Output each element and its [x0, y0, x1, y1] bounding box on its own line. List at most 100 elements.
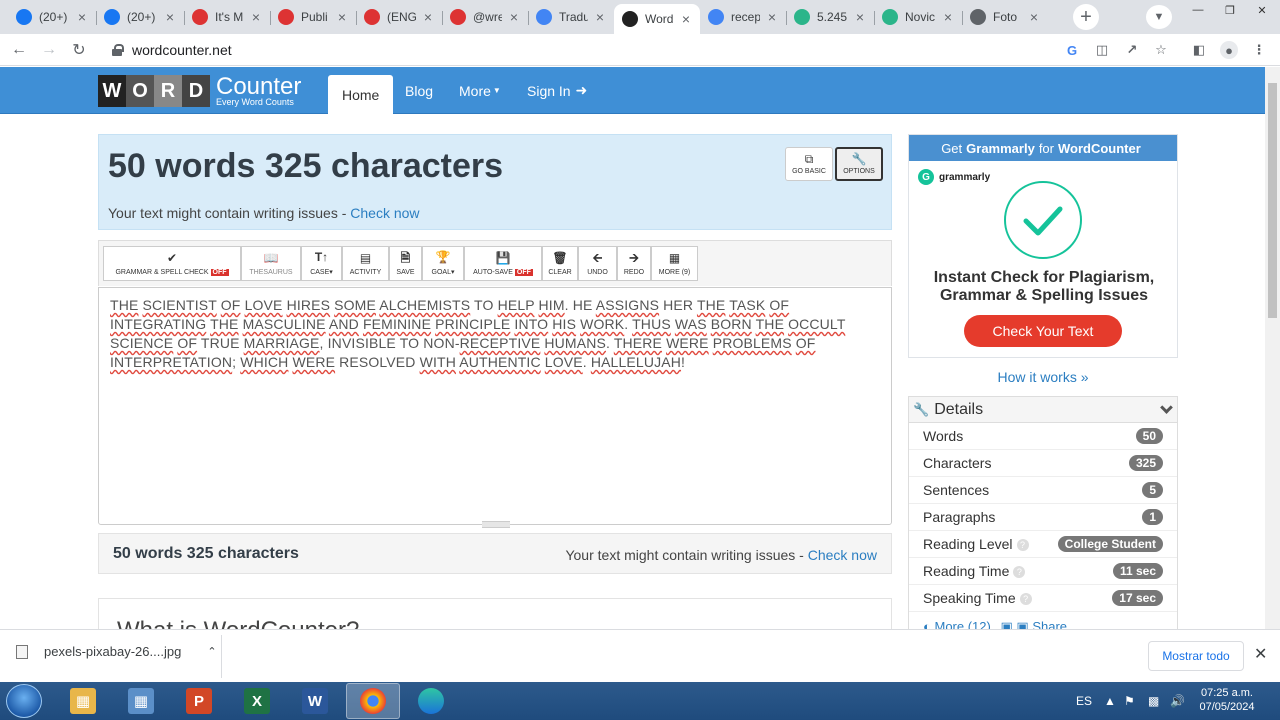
close-tab-icon[interactable]: × [852, 9, 868, 25]
share-icon[interactable]: ↗ [1123, 41, 1141, 59]
flagged-word: OF [177, 335, 198, 351]
nav-signin[interactable]: Sign In ➜ [527, 67, 587, 114]
nav-home[interactable]: Home [328, 75, 394, 114]
check-now-link[interactable]: Check now [350, 205, 419, 221]
minimize-button[interactable]: — [1182, 0, 1214, 20]
close-tab-icon[interactable]: × [248, 9, 264, 25]
download-item[interactable]: pexels-pixabay-26....jpg ⌃ [16, 644, 217, 659]
footer-check-now-link[interactable]: Check now [808, 547, 877, 563]
start-button[interactable] [6, 684, 42, 718]
browser-tab[interactable]: Word × [614, 4, 700, 34]
taskbar-chrome[interactable] [346, 683, 400, 719]
help-icon[interactable]: ? [1019, 593, 1032, 605]
browser-menu-icon[interactable]: ⋮ [1250, 41, 1268, 59]
goal-button[interactable]: 🏆 GOAL▾ [422, 246, 464, 281]
browser-tab[interactable]: It's M × [184, 4, 270, 30]
browser-tab[interactable]: (20+) × [8, 4, 96, 30]
taskbar-powerpoint[interactable]: P [172, 683, 226, 719]
help-icon[interactable]: ? [1013, 566, 1026, 578]
case-button[interactable]: T↑ CASE▾ [301, 246, 342, 281]
volume-icon[interactable]: 🔊 [1170, 682, 1185, 720]
close-tab-icon[interactable]: × [74, 9, 90, 25]
help-icon[interactable]: ? [1016, 539, 1029, 551]
address-bar[interactable]: wordcounter.net [100, 36, 1180, 64]
browser-tab[interactable]: 5.245 × [786, 4, 874, 30]
show-all-downloads-button[interactable]: Mostrar todo [1148, 641, 1244, 671]
editor-word: TO [399, 335, 420, 351]
flagged-word: OF [795, 335, 816, 351]
close-tab-icon[interactable]: × [506, 9, 522, 25]
bookmark-star-icon[interactable]: ☆ [1152, 41, 1170, 59]
browser-tab[interactable]: (ENG × [356, 4, 442, 30]
logo-letter: D [182, 75, 210, 107]
tab-search-button[interactable]: ▼ [1146, 5, 1172, 29]
resize-handle[interactable] [482, 521, 510, 528]
nav-more[interactable]: More ▼ [459, 67, 501, 114]
browser-tab[interactable]: Tradu × [528, 4, 614, 30]
google-icon[interactable]: G [1063, 41, 1081, 59]
chevron-down-icon[interactable] [1160, 401, 1173, 414]
autosave-button[interactable]: 💾 AUTO-SAVE OFF [464, 246, 542, 281]
side-panel-icon[interactable]: ◧ [1190, 41, 1208, 59]
reload-button[interactable]: ↻ [68, 39, 90, 61]
close-window-button[interactable]: ✕ [1246, 0, 1278, 20]
close-download-bar-icon[interactable]: ✕ [1254, 644, 1267, 664]
chevron-up-icon[interactable]: ⌃ [207, 645, 216, 658]
browser-tab[interactable]: Publi × [270, 4, 356, 30]
close-tab-icon[interactable]: × [334, 9, 350, 25]
browser-tab[interactable]: Foto × [962, 4, 1048, 30]
profile-avatar-icon[interactable]: ● [1220, 41, 1238, 59]
new-tab-button[interactable]: + [1073, 4, 1099, 30]
browser-tab[interactable]: recep × [700, 4, 786, 30]
undo-button[interactable]: 🡨 UNDO [578, 246, 617, 281]
forward-button[interactable]: → [38, 39, 60, 61]
go-basic-button[interactable]: ⧉ GO BASIC [785, 147, 833, 181]
text-editor[interactable]: THE SCIENTIST OF LOVE HIRES SOME ALCHEMI… [98, 287, 892, 528]
site-navbar: W O R D Counter Every Word Counts Home B… [0, 67, 1265, 114]
options-button[interactable]: 🔧 OPTIONS [835, 147, 883, 181]
close-tab-icon[interactable]: × [420, 9, 436, 25]
logo-letter: R [154, 75, 182, 107]
browser-tab[interactable]: @wre × [442, 4, 528, 30]
language-indicator[interactable]: ES [1076, 682, 1092, 720]
browser-tab[interactable]: Novic × [874, 4, 962, 30]
wordcounter-logo[interactable]: W O R D Counter Every Word Counts [98, 75, 301, 107]
thesaurus-button[interactable]: 📖 THESAURUS [241, 246, 301, 281]
taskbar-edge[interactable] [404, 683, 458, 719]
network-icon[interactable]: ▩ [1148, 682, 1159, 720]
system-clock[interactable]: 07:25 a.m. 07/05/2024 [1196, 686, 1258, 714]
arrow-logo-icon [278, 9, 294, 25]
activity-button[interactable]: ▤ ACTIVITY [342, 246, 389, 281]
checkmark-circle-icon [1004, 181, 1082, 259]
translate-icon[interactable]: ◫ [1093, 41, 1111, 59]
back-button[interactable]: ← [8, 39, 30, 61]
taskbar-word[interactable]: W [288, 683, 342, 719]
scrollbar-thumb[interactable] [1268, 83, 1277, 318]
browser-tab[interactable]: (20+) × [96, 4, 184, 30]
redo-button[interactable]: 🡪 REDO [617, 246, 651, 281]
clear-button[interactable]: 🗑 CLEAR [542, 246, 578, 281]
close-tab-icon[interactable]: × [678, 11, 694, 27]
close-tab-icon[interactable]: × [940, 9, 956, 25]
flag-icon[interactable]: ⚑ [1124, 682, 1135, 720]
taskbar-control-panel[interactable]: ▦ [114, 683, 168, 719]
close-tab-icon[interactable]: × [162, 9, 178, 25]
save-button[interactable]: 🗎 SAVE [389, 246, 422, 281]
details-header[interactable]: 🔧 Details [909, 397, 1177, 423]
how-it-works-link[interactable]: How it works » [908, 369, 1178, 385]
writing-issues-note: Your text might contain writing issues -… [108, 205, 420, 221]
close-tab-icon[interactable]: × [764, 9, 780, 25]
close-tab-icon[interactable]: × [592, 9, 608, 25]
editor-word: RESOLVED [339, 354, 416, 370]
nav-blog[interactable]: Blog [405, 67, 433, 114]
page-scrollbar[interactable] [1265, 67, 1280, 629]
grammar-check-button[interactable]: ✔ GRAMMAR & SPELL CHECK OFF [103, 246, 241, 281]
taskbar-excel[interactable]: X [230, 683, 284, 719]
close-tab-icon[interactable]: × [1026, 9, 1042, 25]
taskbar-explorer[interactable]: ▦ [56, 683, 110, 719]
check-your-text-button[interactable]: Check Your Text [964, 315, 1122, 347]
tray-expand-icon[interactable]: ▲ [1104, 682, 1116, 720]
restore-button[interactable]: ❐ [1214, 0, 1246, 20]
grammarly-ad[interactable]: Get Grammarly for WordCounter G grammarl… [908, 134, 1178, 358]
more-tools-button[interactable]: ▦ MORE (9) [651, 246, 698, 281]
